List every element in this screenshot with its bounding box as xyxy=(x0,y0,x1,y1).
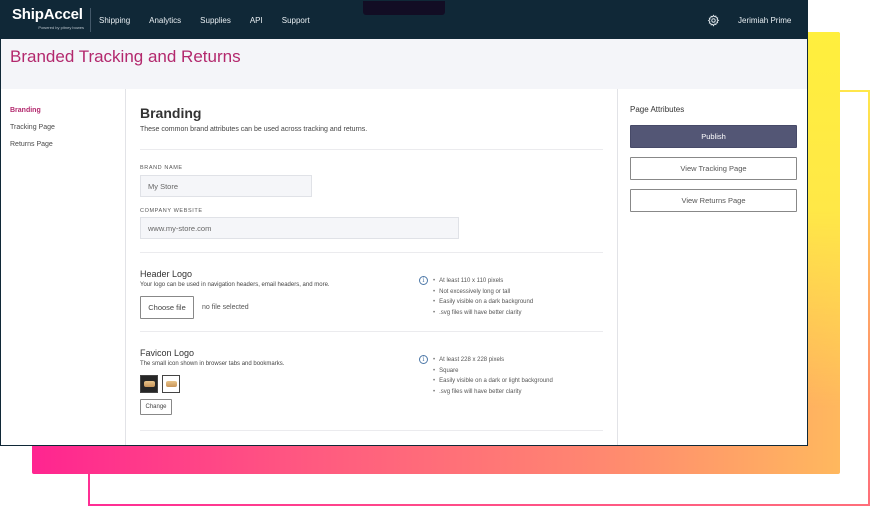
header-logo-title: Header Logo xyxy=(140,269,193,279)
brand-name-label: BRAND NAME xyxy=(140,165,183,171)
tip: Square xyxy=(433,366,553,377)
file-status: no file selected xyxy=(202,304,249,311)
info-icon: i xyxy=(419,276,428,285)
favicon-preview-dark xyxy=(140,375,158,393)
shipaccel-logo[interactable]: ShipAccel Powered by pitney bowes xyxy=(12,6,84,31)
panel-title: Page Attributes xyxy=(630,105,685,114)
branding-form: Branding These common brand attributes c… xyxy=(127,89,617,445)
choose-file-button[interactable]: Choose file xyxy=(140,296,194,319)
tip: Easily visible on a dark or light backgr… xyxy=(433,376,553,387)
info-icon: i xyxy=(419,355,428,364)
tip: Not excessively long or tall xyxy=(433,287,533,298)
gear-icon[interactable] xyxy=(707,14,720,27)
tip: Easily visible on a dark background xyxy=(433,297,533,308)
view-returns-page-button[interactable]: View Returns Page xyxy=(630,189,797,212)
header-logo-description: Your logo can be used in navigation head… xyxy=(140,282,330,288)
sidebar-item-returns-page[interactable]: Returns Page xyxy=(10,141,53,148)
divider xyxy=(140,430,603,431)
logo-divider xyxy=(90,8,91,32)
package-icon xyxy=(144,381,155,387)
view-tracking-page-button[interactable]: View Tracking Page xyxy=(630,157,797,180)
sidebar-item-branding[interactable]: Branding xyxy=(10,107,41,114)
logo-text: ShipAccel xyxy=(12,6,83,23)
sidebar-item-tracking-page[interactable]: Tracking Page xyxy=(10,124,55,131)
change-favicon-button[interactable]: Change xyxy=(140,399,172,415)
favicon-preview-light xyxy=(162,375,180,393)
tip: At least 228 x 228 pixels xyxy=(433,355,553,366)
divider xyxy=(140,331,603,332)
header-logo-tips: At least 110 x 110 pixels Not excessivel… xyxy=(433,276,533,318)
tip: .svg files will have better clarity xyxy=(433,387,553,398)
nav-api[interactable]: API xyxy=(250,16,263,25)
favicon-logo-tips: At least 228 x 228 pixels Square Easily … xyxy=(433,355,553,397)
brand-name-input[interactable] xyxy=(140,175,312,197)
nav-analytics[interactable]: Analytics xyxy=(149,16,181,25)
tip: .svg files will have better clarity xyxy=(433,308,533,319)
main-nav: Shipping Analytics Supplies API Support xyxy=(99,1,329,39)
company-website-input[interactable] xyxy=(140,217,459,239)
camera-notch xyxy=(363,1,445,15)
divider xyxy=(140,149,603,150)
tip: At least 110 x 110 pixels xyxy=(433,276,533,287)
sidebar: Branding Tracking Page Returns Page xyxy=(1,89,126,445)
company-website-label: COMPANY WEBSITE xyxy=(140,208,203,214)
logo-tagline: Powered by pitney bowes xyxy=(38,25,84,30)
section-description: These common brand attributes can be use… xyxy=(140,126,368,133)
page-header: Branded Tracking and Returns xyxy=(1,39,807,89)
page-title: Branded Tracking and Returns xyxy=(10,47,241,66)
page-attributes-panel: Page Attributes Publish View Tracking Pa… xyxy=(617,89,807,445)
publish-button[interactable]: Publish xyxy=(630,125,797,148)
favicon-logo-description: The small icon shown in browser tabs and… xyxy=(140,361,285,367)
top-navigation-bar: ShipAccel Powered by pitney bowes Shippi… xyxy=(1,1,807,39)
section-heading: Branding xyxy=(140,105,202,121)
nav-shipping[interactable]: Shipping xyxy=(99,16,130,25)
nav-supplies[interactable]: Supplies xyxy=(200,16,231,25)
app-window: ShipAccel Powered by pitney bowes Shippi… xyxy=(0,0,808,446)
package-icon xyxy=(166,381,177,387)
favicon-logo-title: Favicon Logo xyxy=(140,348,195,358)
user-name[interactable]: Jerimiah Prime xyxy=(738,16,791,25)
divider xyxy=(140,252,603,253)
nav-support[interactable]: Support xyxy=(282,16,310,25)
